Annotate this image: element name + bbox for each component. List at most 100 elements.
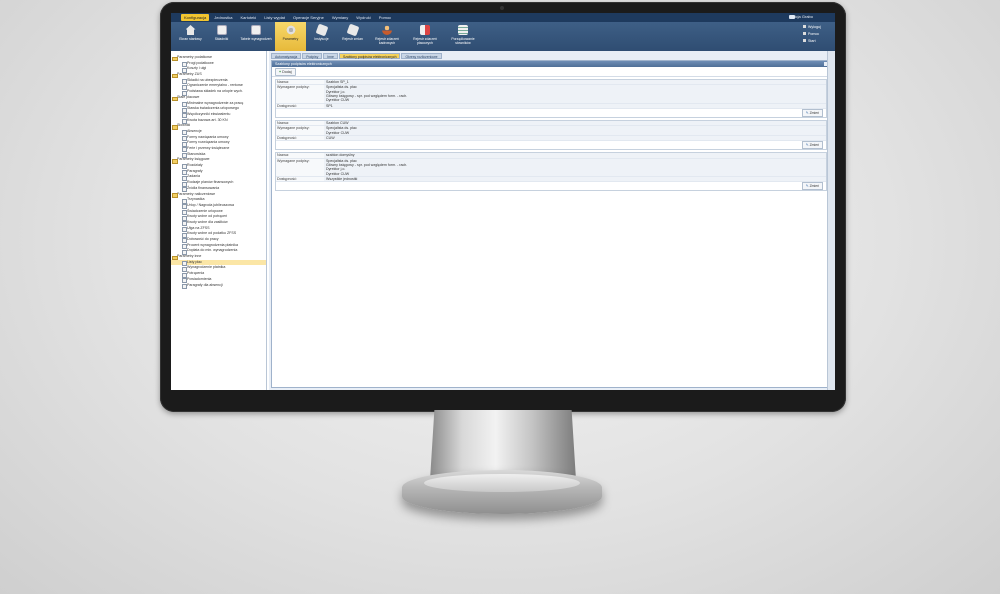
- gear-icon: [285, 25, 296, 35]
- ribbon-button-rejestr-zdarzen-kadrowych[interactable]: Rejestr zdarzeń kadrowych: [368, 22, 406, 51]
- template-signatures-row: Wymagane podpisy: Specjalista ds. płac Głó…: [276, 158, 826, 177]
- ribbon-button-label: Rejestr zmian: [342, 37, 363, 41]
- edit-button-label: Zmień: [809, 184, 819, 189]
- edit-template-button[interactable]: ✎ Zmień: [801, 182, 823, 191]
- add-button-label: Dodaj: [282, 69, 292, 74]
- access-label: Dostępność:: [277, 177, 297, 181]
- name-label: Nazwa:: [277, 121, 289, 125]
- menu-item-jednostka[interactable]: Jednostka: [211, 14, 235, 21]
- tab-szablony-podpisow-elektronicznych[interactable]: Szablony podpisów elektronicznych: [338, 53, 401, 59]
- ribbon-button-label: Rejestr zdarzeń płacowych: [413, 37, 437, 45]
- template-access: CUW: [324, 136, 826, 141]
- template-name: Szablon SP_1: [324, 80, 826, 85]
- signature-item: Dyrektor CUW: [326, 130, 350, 135]
- document-icon: [251, 25, 261, 35]
- signatures-label: Wymagane podpisy:: [277, 158, 310, 163]
- template-card: Nazwa: Szablon CUW Wymagane podpisy: Specja…: [275, 120, 827, 151]
- template-signatures-row: Wymagane podpisy: Specjalista ds. płac Dyr…: [276, 126, 826, 136]
- plus-icon: +: [279, 69, 282, 74]
- signatures-label: Wymagane podpisy:: [277, 85, 310, 90]
- tab-inne[interactable]: Inne: [323, 53, 338, 59]
- list-icon: [458, 25, 468, 35]
- ribbon-toolbar: Ekran startowy Składniki Tabele wynagrodze…: [171, 22, 835, 51]
- tab-okresy-rozliczeniowe[interactable]: Okresy rozliczeniowe: [401, 53, 442, 59]
- current-user[interactable]: Alicja Grabo: [791, 14, 813, 19]
- chart-icon: [420, 25, 430, 35]
- menu-item-kartoteki[interactable]: Kartoteki: [237, 14, 259, 21]
- template-name: szablon domyślny: [324, 153, 826, 158]
- camera-dot: [500, 6, 504, 10]
- template-signatures-row: Wymagane podpisy: Specjalista ds. płac Dyr…: [276, 85, 826, 104]
- ribbon-button-tabele-wynagrodzen[interactable]: Tabele wynagrodzeń: [237, 22, 275, 51]
- signatures-label: Wymagane podpisy:: [277, 126, 310, 131]
- panel-title: Szablony podpisów elektronicznych: [272, 61, 830, 67]
- ribbon-button-label: Rejestr zdarzeń kadrowych: [375, 37, 399, 45]
- signature-item: Dyrektor CUW: [326, 98, 350, 103]
- ribbon-button-instytucje[interactable]: Instytucje: [306, 22, 337, 51]
- pen-icon: [346, 23, 359, 37]
- ribbon-button-rejestr-zdarzen-placowych[interactable]: Rejestr zdarzeń płacowych: [406, 22, 444, 51]
- app-screen: Konfiguracja Jednostka Kartoteki Listy wypł…: [171, 13, 835, 390]
- side-links: Wyloguj Pomoc Start: [803, 24, 829, 45]
- signatures-list: Specjalista ds. płac Główny księgowy - sp…: [324, 158, 826, 176]
- tab-podpisy[interactable]: Podpisy: [302, 53, 323, 59]
- tree-item-paragrafy-dla-absencji[interactable]: Paragrafy dla absencji: [171, 283, 266, 289]
- name-label: Nazwa:: [277, 153, 289, 158]
- template-card-footer: ✎ Zmień: [276, 141, 826, 150]
- edit-template-button[interactable]: ✎ Zmień: [801, 109, 823, 117]
- parameters-tree: Parametry podatkowe Progi podatkowe Koszty…: [171, 51, 267, 390]
- signature-templates-panel: Szablony podpisów elektronicznych + Doda…: [271, 60, 831, 388]
- side-link-pomoc[interactable]: Pomoc: [803, 31, 829, 38]
- monitor-stand-base: [402, 470, 602, 514]
- template-access: Wszystkie jednostki: [324, 177, 826, 182]
- panel-title-text: Szablony podpisów elektronicznych: [275, 62, 332, 66]
- content-area: Automatyzacja Podpisy Inne Szablony podpisó…: [269, 51, 835, 390]
- template-name: Szablon CUW: [324, 121, 826, 126]
- edit-button-label: Zmień: [809, 143, 819, 148]
- ribbon-button-label: Porządkowanie słowników: [451, 37, 475, 45]
- template-card-footer: ✎ Zmień: [276, 109, 826, 117]
- access-label: Dostępność:: [277, 103, 297, 108]
- menu-item-wymiany[interactable]: Wymiany: [329, 14, 351, 21]
- template-card: Nazwa: szablon domyślny Wymagane podpisy: S…: [275, 152, 827, 192]
- side-link-start[interactable]: Start: [803, 38, 829, 45]
- ribbon-button-label: Instytucje: [314, 37, 329, 41]
- content-tabs: Automatyzacja Podpisy Inne Szablony podpisó…: [271, 53, 442, 59]
- edit-template-button[interactable]: ✎ Zmień: [801, 141, 823, 150]
- top-menu-bar: Konfiguracja Jednostka Kartoteki Listy wypł…: [171, 13, 835, 22]
- template-card-footer: ✎ Zmień: [276, 182, 826, 191]
- signatures-list: Specjalista ds. płac Dyrektor CUW: [324, 126, 826, 135]
- ribbon-button-label: Tabele wynagrodzeń: [240, 37, 272, 41]
- person-icon: [382, 25, 392, 35]
- pencil-icon: ✎: [805, 143, 809, 148]
- signatures-list: Specjalista ds. płac Dyrektor j.o. Główny …: [324, 85, 826, 103]
- menu-item-operacje-seryjne[interactable]: Operacje Seryjne: [290, 14, 327, 21]
- name-label: Nazwa:: [277, 80, 289, 84]
- ribbon-button-porzadkowanie-slownikow[interactable]: Porządkowanie słowników: [444, 22, 482, 51]
- tab-automatyzacja[interactable]: Automatyzacja: [271, 53, 302, 59]
- menu-item-listy-wyplat[interactable]: Listy wypłat: [261, 14, 288, 21]
- template-card: Nazwa: Szablon SP_1 Wymagane podpisy: Specj…: [275, 79, 827, 118]
- pencil-icon: ✎: [805, 184, 809, 189]
- menu-item-pomoc[interactable]: Pomoc: [376, 14, 394, 21]
- pencil-icon: ✎: [805, 111, 809, 115]
- home-icon: [185, 25, 196, 35]
- template-list: Nazwa: Szablon SP_1 Wymagane podpisy: Specj…: [272, 79, 830, 192]
- ribbon-button-parametry[interactable]: Parametry: [275, 22, 306, 51]
- ribbon-button-label: Ekran startowy: [179, 37, 202, 41]
- ribbon-button-skladniki[interactable]: Składniki: [206, 22, 237, 51]
- ribbon-button-rejestr-zmian[interactable]: Rejestr zmian: [337, 22, 368, 51]
- menu-item-konfiguracja[interactable]: Konfiguracja: [181, 14, 210, 21]
- menu-item-wydruki[interactable]: Wydruki: [353, 14, 373, 21]
- panel-toolbar: + Dodaj: [272, 67, 830, 77]
- right-scrollbar[interactable]: [827, 51, 835, 390]
- edit-button-label: Zmień: [809, 111, 819, 115]
- template-access: SP1: [324, 103, 826, 108]
- ribbon-button-label: Parametry: [282, 37, 299, 41]
- pen-icon: [315, 23, 328, 37]
- ribbon-button-ekran-startowy[interactable]: Ekran startowy: [175, 22, 206, 51]
- ribbon-button-label: Składniki: [214, 37, 229, 41]
- side-link-wyloguj[interactable]: Wyloguj: [803, 24, 829, 31]
- monitor-frame: Konfiguracja Jednostka Kartoteki Listy wypł…: [160, 2, 846, 412]
- add-template-button[interactable]: + Dodaj: [275, 67, 296, 76]
